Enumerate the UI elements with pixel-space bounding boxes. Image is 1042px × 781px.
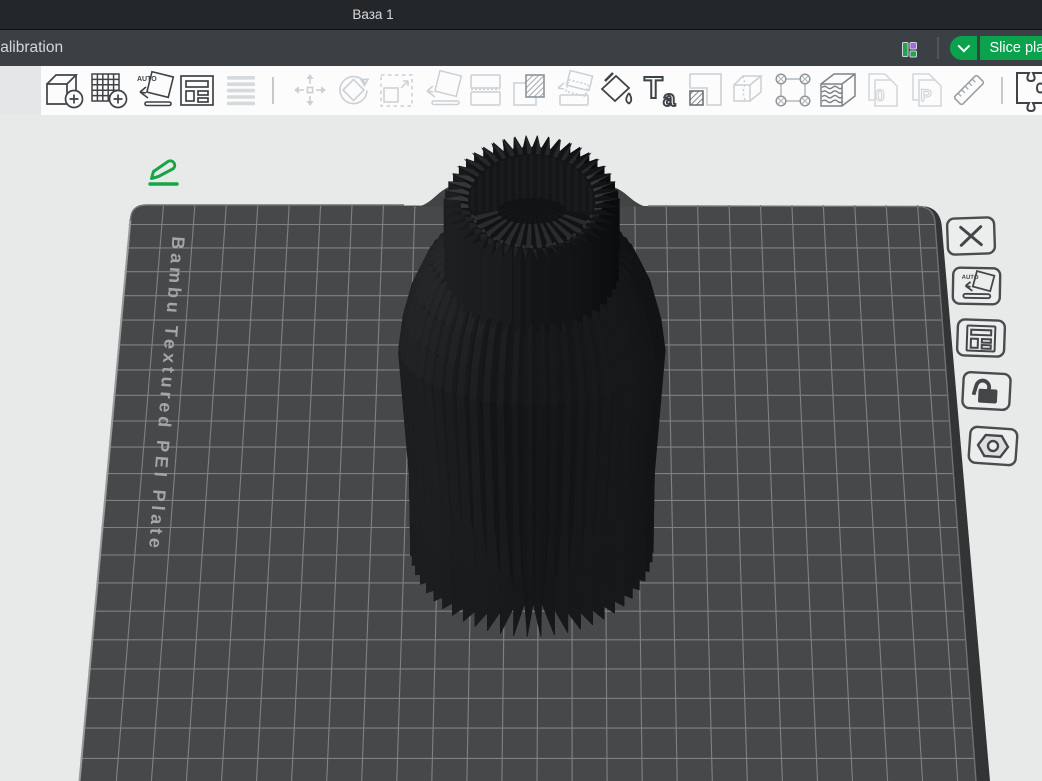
svg-text:AUTO: AUTO [962,275,979,281]
svg-text:T: T [644,70,663,105]
svg-text:P: P [920,86,931,105]
svg-text:AUTO: AUTO [137,76,157,83]
svg-text:a: a [663,86,676,111]
svg-text:0: 0 [875,86,884,105]
